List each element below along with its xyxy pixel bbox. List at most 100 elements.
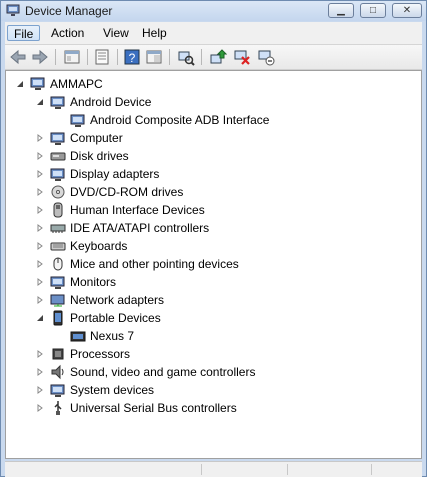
usb-icon (54, 401, 62, 415)
display-adapter-icon (50, 168, 65, 181)
disable-device-button[interactable] (233, 48, 251, 66)
toolbar-separator (169, 49, 170, 65)
expand-arrow-icon[interactable] (36, 224, 44, 232)
status-cell (201, 464, 282, 475)
status-cell (287, 464, 368, 475)
android-device-icon (50, 96, 65, 109)
tree-item-label: Human Interface Devices (70, 203, 205, 217)
window-title: Device Manager (25, 4, 113, 18)
processor-icon (52, 348, 64, 360)
expand-arrow-icon[interactable] (36, 296, 44, 304)
collapse-arrow-icon[interactable] (36, 98, 44, 106)
disable-device-icon (234, 50, 250, 65)
expand-arrow-icon[interactable] (36, 206, 44, 214)
tree-item-label: Android Composite ADB Interface (90, 113, 270, 127)
forward-arrow-icon (32, 49, 48, 65)
menu-view[interactable]: View (97, 25, 135, 41)
sound-icon (51, 364, 64, 380)
menu-action[interactable]: Action (45, 25, 90, 41)
close-icon: ✕ (402, 5, 412, 16)
folder-view-icon (64, 50, 80, 64)
computer-icon (50, 132, 65, 145)
nexus-device-icon (70, 331, 86, 342)
expand-arrow-icon[interactable] (36, 278, 44, 286)
adb-interface-icon (70, 114, 85, 127)
maximize-button[interactable]: □ (360, 3, 386, 18)
monitor-icon (50, 276, 65, 289)
system-device-icon (50, 384, 65, 397)
hid-icon (53, 202, 63, 218)
update-driver-button[interactable] (209, 48, 227, 66)
keyboard-icon (50, 242, 66, 251)
tree-item-label: Computer (70, 131, 123, 145)
tree-item-label: IDE ATA/ATAPI controllers (70, 221, 210, 235)
properties-button[interactable] (93, 48, 111, 66)
expand-arrow-icon[interactable] (36, 134, 44, 142)
tree-item-label: Keyboards (70, 239, 128, 253)
device-manager-window: Device Manager ▁ □ ✕ File Action View He… (0, 0, 427, 477)
expand-arrow-icon[interactable] (36, 170, 44, 178)
mouse-icon (53, 257, 63, 271)
maximize-icon: □ (369, 5, 377, 16)
tree-item-label: Android Device (70, 95, 152, 109)
disk-drive-icon (50, 152, 66, 161)
tree-item-label: DVD/CD-ROM drives (70, 185, 184, 199)
tree-item-label: Processors (70, 347, 131, 361)
menu-file[interactable]: File (7, 25, 41, 41)
uninstall-device-icon (258, 50, 275, 66)
toolbar-separator (117, 49, 118, 65)
tree-root-label: AMMAPC (50, 77, 103, 91)
toolbar-separator (87, 49, 88, 65)
tree-item-label: Universal Serial Bus controllers (70, 401, 237, 415)
device-manager-icon (6, 4, 20, 17)
update-driver-icon (210, 49, 227, 64)
expand-arrow-icon[interactable] (36, 404, 44, 412)
tree-item-label: Sound, video and game controllers (70, 365, 256, 379)
tree-item-label: Display adapters (70, 167, 160, 181)
expand-arrow-icon[interactable] (36, 350, 44, 358)
ide-controller-icon (50, 224, 66, 233)
expand-arrow-icon[interactable] (36, 368, 44, 376)
show-hide-console-tree-button[interactable] (145, 48, 163, 66)
forward-button[interactable] (31, 48, 49, 66)
tree-item-label: Nexus 7 (90, 329, 135, 343)
device-tree[interactable]: AMMAPC Android Device Android Composite A… (5, 70, 422, 459)
menu-bar: File Action View Help (5, 22, 422, 45)
svg-text:?: ? (129, 51, 136, 65)
properties-icon (95, 49, 109, 65)
tree-item-label: System devices (70, 383, 155, 397)
status-cell (371, 464, 422, 475)
toolbar: ? (5, 45, 422, 70)
collapse-arrow-icon (17, 81, 23, 87)
tree-item-label: Mice and other pointing devices (70, 257, 239, 271)
toolbar-separator (201, 49, 202, 65)
expand-arrow-icon[interactable] (36, 242, 44, 250)
help-icon: ? (124, 49, 140, 65)
help-button[interactable]: ? (123, 48, 141, 66)
console-tree-icon (146, 50, 162, 64)
expand-arrow-icon[interactable] (36, 386, 44, 394)
title-bar[interactable]: Device Manager ▁ □ ✕ (1, 1, 426, 21)
back-arrow-icon (10, 49, 26, 65)
scan-hardware-button[interactable] (177, 48, 195, 66)
portable-device-icon (53, 310, 63, 326)
dvd-drive-icon (51, 185, 65, 199)
tree-item-label: Portable Devices (70, 311, 161, 325)
up-one-level-button[interactable] (63, 48, 81, 66)
network-adapter-icon (50, 294, 65, 307)
close-button[interactable]: ✕ (392, 3, 422, 18)
status-bar (5, 461, 422, 477)
tree-item-label: Monitors (70, 275, 117, 289)
minimize-button[interactable]: ▁ (328, 3, 354, 18)
scan-hardware-icon (178, 51, 195, 66)
menu-help[interactable]: Help (136, 25, 173, 41)
computer-icon (30, 77, 45, 90)
expand-arrow-icon[interactable] (36, 188, 44, 196)
uninstall-device-button[interactable] (257, 48, 275, 66)
collapse-arrow-icon[interactable] (36, 314, 44, 322)
tree-item-label: Disk drives (70, 149, 129, 163)
expand-arrow-icon[interactable] (36, 260, 44, 268)
back-button[interactable] (9, 48, 27, 66)
expand-arrow-icon[interactable] (36, 152, 44, 160)
tree-item-label: Network adapters (70, 293, 165, 307)
